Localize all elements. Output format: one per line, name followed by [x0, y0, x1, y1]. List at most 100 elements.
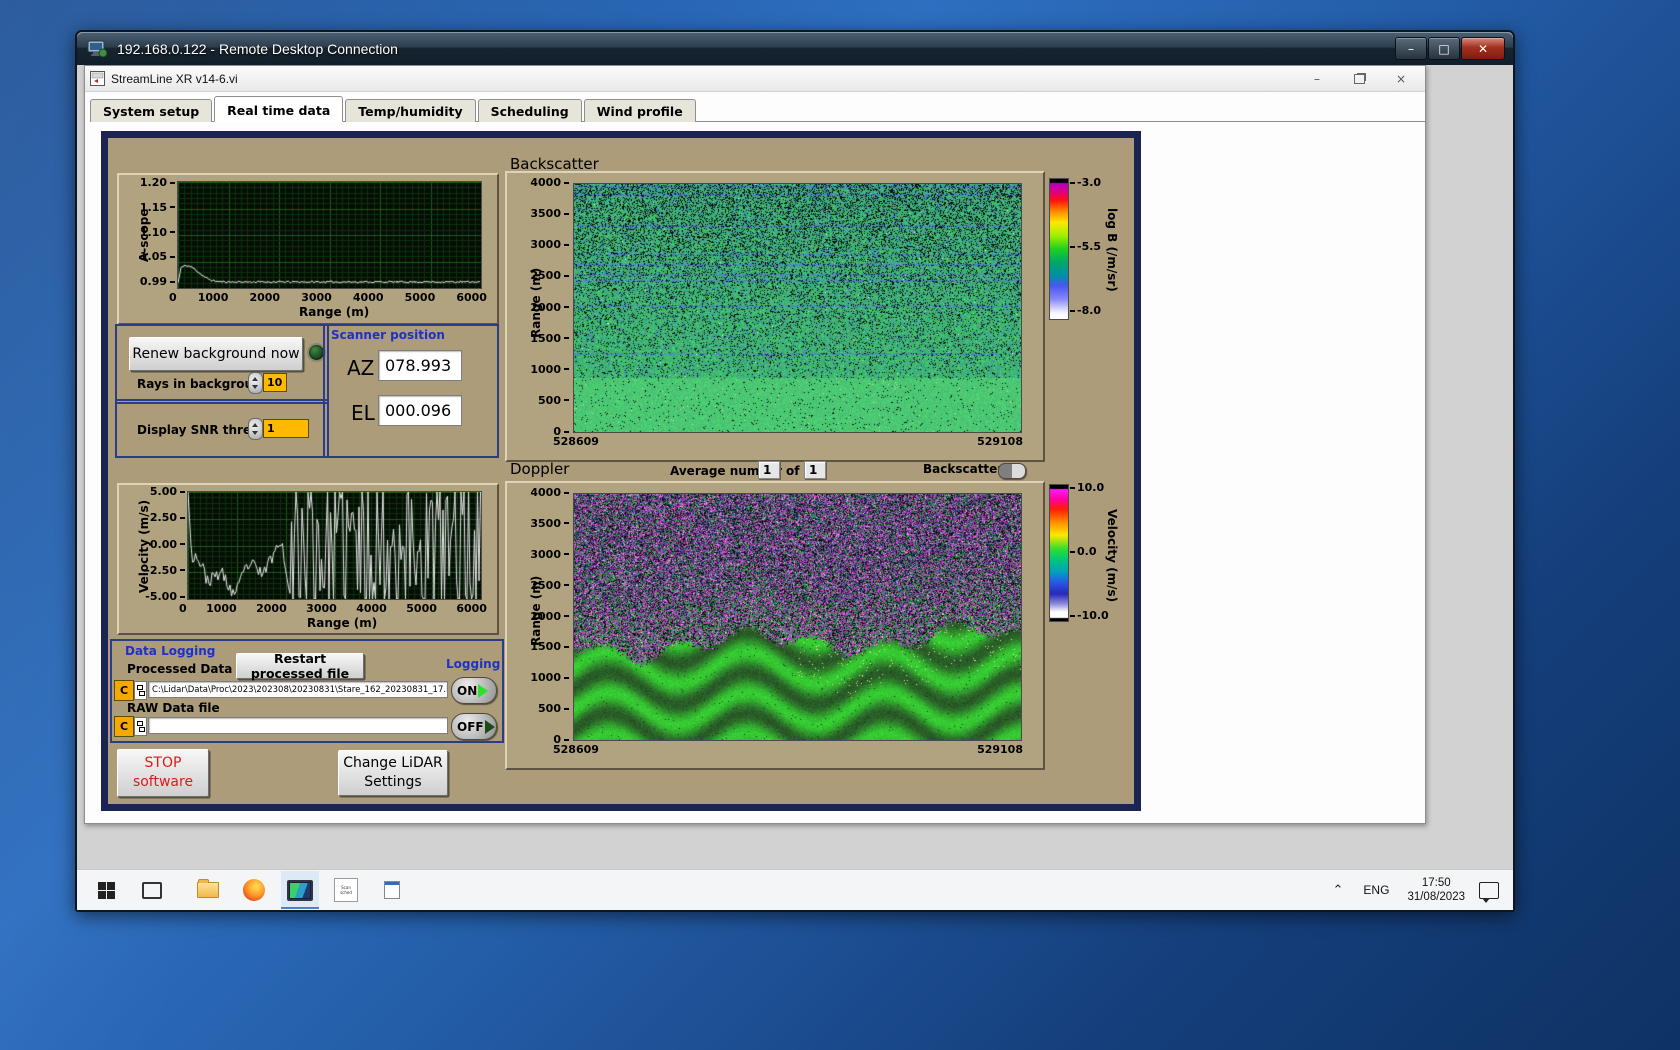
- doppler-y-tick: 2500: [530, 579, 569, 592]
- snr-value-field[interactable]: 1: [263, 419, 309, 438]
- average-count-field: 1: [804, 461, 826, 479]
- rdp-close-button[interactable]: ✕: [1461, 37, 1505, 60]
- velocity-y-tick: 0.00: [150, 538, 185, 551]
- ascope-x-tick: 6000: [456, 291, 487, 304]
- notification-center-icon[interactable]: [1479, 881, 1499, 903]
- doppler-cbar-min: -10.0: [1070, 609, 1109, 622]
- raw-path-field[interactable]: [148, 717, 448, 734]
- change-lidar-settings-button[interactable]: Change LiDAR Settings: [338, 750, 448, 796]
- task-view-button[interactable]: [133, 871, 171, 909]
- doppler-plot-area: [573, 493, 1022, 741]
- ascope-plot-area: [177, 181, 482, 289]
- rays-value-field[interactable]: 10: [263, 373, 287, 392]
- rdp-computer-icon: [87, 40, 108, 57]
- az-label: AZ: [347, 356, 375, 380]
- restart-processed-file-button[interactable]: Restart processed file: [236, 651, 364, 681]
- rays-spinner[interactable]: [248, 372, 263, 394]
- remote-desktop: StreamLine XR v14-6.vi – × System setup R…: [77, 65, 1513, 910]
- backscatter-y-tick: 2500: [530, 269, 569, 282]
- doppler-x-left: 528609: [553, 743, 599, 756]
- app-titlebar[interactable]: StreamLine XR v14-6.vi – ×: [85, 66, 1425, 92]
- processed-path-field[interactable]: C:\Lidar\Data\Proc\2023\202308\20230831\…: [148, 681, 448, 698]
- doppler-y-tick: 2000: [530, 610, 569, 623]
- document-app-button[interactable]: [373, 871, 411, 909]
- desktop: 192.168.0.122 - Remote Desktop Connectio…: [0, 0, 1680, 1050]
- processed-path-icon: [134, 681, 147, 700]
- hidden-icons-chevron[interactable]: ⌃: [1323, 883, 1354, 898]
- tab[interactable]: Real time data: [214, 96, 344, 122]
- file-explorer-button[interactable]: [189, 871, 227, 909]
- firefox-icon: [243, 879, 265, 901]
- ascope-x-tick: 0: [169, 291, 177, 304]
- velocity-x-tick: 4000: [356, 602, 387, 615]
- logging-label: Logging: [446, 657, 501, 671]
- doppler-y-tick: 1500: [530, 640, 569, 653]
- taskbar: Scan sched ⌃ ENG 17:50 31/08/2023: [77, 869, 1513, 910]
- task-view-icon: [142, 881, 162, 899]
- ascope-x-tick: 1000: [197, 291, 229, 304]
- el-label: EL: [351, 401, 375, 425]
- processed-logging-toggle[interactable]: ON: [451, 677, 497, 704]
- app-window-title: StreamLine XR v14-6.vi: [111, 71, 238, 86]
- doppler-cbar-mid: 0.0: [1070, 545, 1097, 558]
- on-led-icon: [478, 683, 489, 698]
- off-led-icon: [484, 719, 495, 734]
- app-minimize-button[interactable]: –: [1303, 70, 1331, 88]
- scanner-position-title: Scanner position: [331, 328, 445, 342]
- raw-drive-box[interactable]: C: [114, 716, 134, 737]
- tab[interactable]: Temp/humidity: [345, 99, 476, 122]
- scan-scheduler-app-button[interactable]: Scan sched: [327, 871, 365, 909]
- document-app-icon: [384, 881, 400, 899]
- backscatter-y-tick: 2000: [530, 301, 569, 314]
- velocity-y-tick: 2.50: [150, 511, 185, 524]
- velocity-x-tick: 2000: [256, 602, 287, 615]
- rdp-window-title: 192.168.0.122 - Remote Desktop Connectio…: [117, 40, 398, 57]
- remote-display-app-button[interactable]: [281, 871, 319, 909]
- clock-time: 17:50: [1421, 877, 1451, 889]
- processed-drive-box[interactable]: C: [114, 680, 134, 701]
- velocity-x-axis-label: Range (m): [307, 616, 378, 630]
- background-controls-box: Renew background now Rays in background …: [115, 324, 329, 404]
- rdp-minimize-button[interactable]: –: [1395, 37, 1427, 60]
- stop-software-button[interactable]: STOP software: [117, 749, 209, 797]
- raw-logging-toggle[interactable]: OFF: [451, 713, 497, 740]
- app-close-button[interactable]: ×: [1387, 70, 1415, 88]
- az-value: 078.993: [378, 350, 462, 381]
- labview-front-panel: A-scope 1.20 1.15 1.10 1.05 0.99 0 1000 2000 30…: [101, 131, 1141, 811]
- ascope-x-tick: 3000: [301, 291, 332, 304]
- ascope-y-tick: 1.05: [140, 250, 175, 263]
- backscatter-doppler-toggle[interactable]: [998, 463, 1026, 479]
- velocity-x-tick: 3000: [306, 602, 337, 615]
- clock[interactable]: 17:50 31/08/2023: [1399, 876, 1473, 904]
- start-button[interactable]: [87, 871, 125, 909]
- renew-background-button[interactable]: Renew background now: [129, 337, 303, 371]
- backscatter-toggle-label: Backscatter: [923, 462, 1004, 476]
- firefox-button[interactable]: [235, 871, 273, 909]
- raw-data-file-label: RAW Data file: [127, 701, 220, 715]
- tab[interactable]: Wind profile: [583, 99, 696, 122]
- velocity-plot-area: [187, 491, 482, 600]
- data-logging-box: Data Logging Processed Data file Restart…: [110, 639, 504, 743]
- language-indicator[interactable]: ENG: [1353, 883, 1399, 897]
- rdp-maximize-button[interactable]: □: [1428, 37, 1460, 60]
- backscatter-y-tick: 4000: [530, 176, 569, 189]
- average-number-field[interactable]: 1: [758, 461, 780, 479]
- velocity-x-tick: 1000: [206, 602, 237, 615]
- doppler-y-tick: 3500: [530, 517, 569, 530]
- app-restore-button[interactable]: [1345, 70, 1373, 88]
- ascope-x-tick: 2000: [249, 291, 281, 304]
- doppler-y-tick: 500: [538, 702, 569, 715]
- tab[interactable]: Scheduling: [477, 99, 582, 122]
- doppler-graph-panel: Range (m) 4000 3500 3000 2500 2000 1500 1000 50…: [505, 481, 1045, 770]
- backscatter-cbar-label: log B (/m/sr): [1105, 208, 1119, 292]
- backscatter-colorbar: [1049, 178, 1069, 320]
- velocity-graph-panel: Velocity (m/s) 5.00 2.50 0.00 -2.50 -5.00 01…: [117, 483, 499, 635]
- backscatter-plot-area: [573, 183, 1022, 433]
- app-icon: [90, 71, 105, 86]
- tab[interactable]: System setup: [90, 99, 213, 122]
- backscatter-y-tick: 1500: [530, 332, 569, 345]
- snr-spinner[interactable]: [248, 418, 263, 440]
- backscatter-cbar-min: -8.0: [1070, 304, 1101, 317]
- rdp-titlebar[interactable]: 192.168.0.122 - Remote Desktop Connectio…: [77, 32, 1513, 65]
- backscatter-cbar-max: -3.0: [1070, 176, 1101, 189]
